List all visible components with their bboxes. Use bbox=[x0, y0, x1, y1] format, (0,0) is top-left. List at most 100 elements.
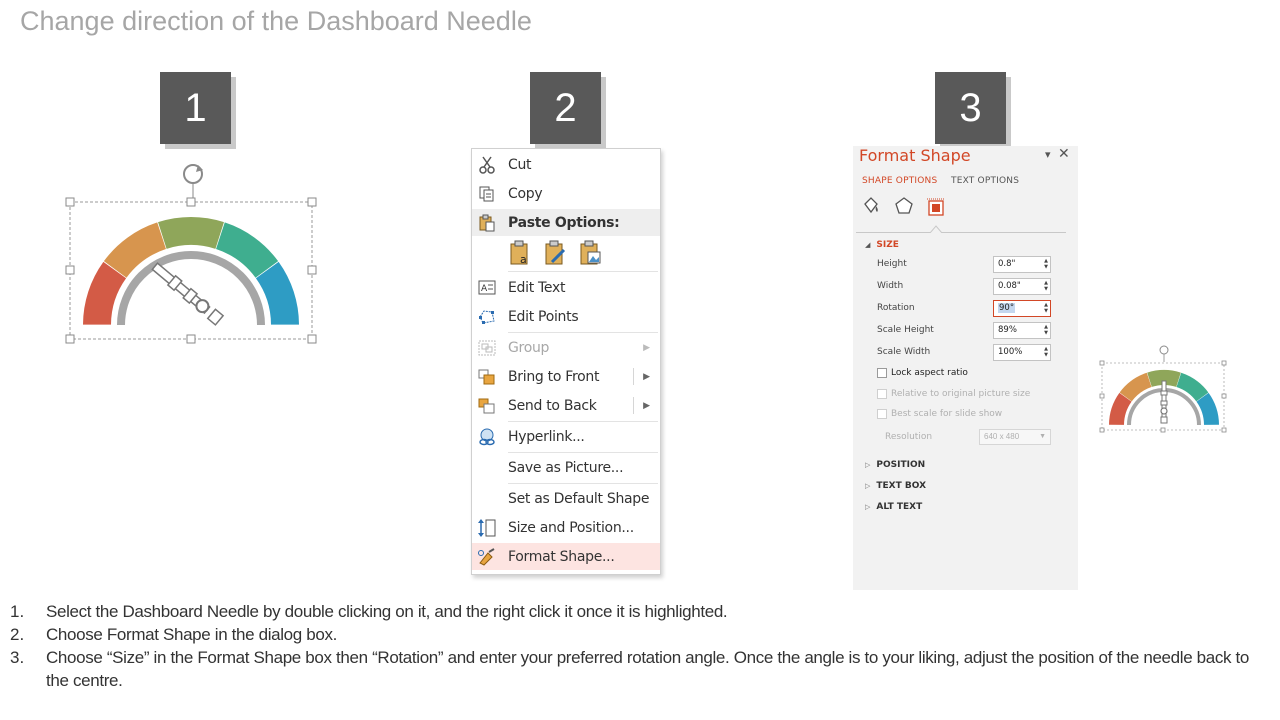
option-icons-row bbox=[864, 197, 945, 216]
rotate-handle-icon[interactable] bbox=[1159, 345, 1169, 362]
field-value: 89% bbox=[998, 325, 1017, 335]
menu-separator bbox=[508, 421, 658, 422]
paste-icon bbox=[472, 209, 502, 236]
menu-item-edit-points[interactable]: Edit Points bbox=[472, 303, 660, 330]
menu-item-copy[interactable]: Copy bbox=[472, 180, 660, 207]
field-label: Height bbox=[877, 259, 907, 269]
field-scale-height: Scale Height 89% ▲ ▼ bbox=[877, 322, 1052, 340]
menu-item-label: Format Shape... bbox=[508, 548, 615, 565]
section-position[interactable]: ▷ POSITION bbox=[865, 460, 925, 470]
section-label: POSITION bbox=[876, 460, 926, 470]
spinner-arrows-icon[interactable]: ▲ ▼ bbox=[1044, 324, 1048, 336]
select-value: 640 x 480 bbox=[984, 432, 1020, 441]
relative-size-checkbox: Relative to original picture size bbox=[877, 389, 1030, 399]
copy-icon bbox=[472, 180, 502, 207]
tab-shape-options[interactable]: SHAPE OPTIONS bbox=[862, 176, 937, 186]
collapsed-triangle-icon: ▷ bbox=[865, 461, 871, 469]
field-scale-width: Scale Width 100% ▲ ▼ bbox=[877, 344, 1052, 362]
instruction-number: 3. bbox=[10, 648, 25, 667]
checkbox-label: Lock aspect ratio bbox=[891, 368, 968, 378]
field-value: 90° bbox=[998, 303, 1016, 313]
paste-picture-icon[interactable] bbox=[578, 239, 604, 267]
section-text-box[interactable]: ▷ TEXT BOX bbox=[865, 481, 926, 491]
paste-keep-text-icon[interactable]: a bbox=[508, 239, 534, 267]
svg-text:A: A bbox=[481, 284, 488, 294]
checkbox-box bbox=[877, 389, 887, 399]
scale-height-input[interactable]: 89% ▲ ▼ bbox=[993, 322, 1051, 339]
menu-item-label: Send to Back bbox=[508, 397, 597, 414]
menu-item-format-shape[interactable]: Format Shape... bbox=[472, 543, 660, 570]
scissors-icon bbox=[472, 151, 502, 178]
width-input[interactable]: 0.08" ▲ ▼ bbox=[993, 278, 1051, 295]
submenu-arrow-icon[interactable]: ▶ bbox=[643, 401, 650, 411]
menu-item-label: Edit Text bbox=[508, 279, 566, 296]
rotation-input[interactable]: 90° ▲ ▼ bbox=[993, 300, 1051, 317]
format-shape-icon bbox=[472, 543, 502, 570]
rotate-handle-icon[interactable] bbox=[183, 164, 203, 198]
menu-item-size-and-position[interactable]: Size and Position... bbox=[472, 514, 660, 541]
spinner-arrows-icon[interactable]: ▲ ▼ bbox=[1044, 258, 1048, 270]
menu-item-cut[interactable]: Cut bbox=[472, 151, 660, 178]
slide-title: Change direction of the Dashboard Needle bbox=[20, 6, 532, 36]
size-properties-icon[interactable] bbox=[927, 198, 945, 216]
group-icon bbox=[472, 334, 502, 361]
menu-item-label: Paste Options: bbox=[508, 214, 620, 231]
fill-line-icon[interactable] bbox=[864, 197, 878, 214]
dashboard-needle[interactable] bbox=[1160, 380, 1168, 424]
close-icon[interactable]: ✕ bbox=[1058, 145, 1070, 162]
menu-item-save-as-picture[interactable]: Save as Picture... bbox=[472, 454, 660, 481]
context-menu: Cut Copy Paste Options: a A Edit Text Ed… bbox=[471, 148, 661, 575]
spinner-arrows-icon[interactable]: ▲ ▼ bbox=[1044, 302, 1048, 314]
section-size[interactable]: ◢ SIZE bbox=[865, 240, 899, 250]
instruction-item: 3. Choose “Size” in the Format Shape box… bbox=[10, 646, 1275, 692]
bring-front-icon bbox=[472, 363, 502, 390]
menu-item-hyperlink[interactable]: Hyperlink... bbox=[472, 423, 660, 450]
field-label: Rotation bbox=[877, 303, 915, 313]
checkbox-label: Best scale for slide show bbox=[891, 409, 1003, 419]
size-position-icon bbox=[472, 514, 502, 541]
menu-separator bbox=[508, 452, 658, 453]
instruction-number: 1. bbox=[10, 602, 25, 621]
menu-item-label: Size and Position... bbox=[508, 519, 634, 536]
chevron-down-icon: ▼ bbox=[1039, 433, 1046, 440]
section-alt-text[interactable]: ▷ ALT TEXT bbox=[865, 502, 922, 512]
submenu-arrow-icon[interactable]: ▶ bbox=[643, 372, 650, 382]
menu-item-edit-text[interactable]: A Edit Text bbox=[472, 274, 660, 301]
panel-options-chevron-icon[interactable]: ▾ bbox=[1045, 148, 1051, 161]
checkbox-box[interactable] bbox=[877, 368, 887, 378]
gauge-selected[interactable] bbox=[60, 160, 325, 350]
menu-item-label: Save as Picture... bbox=[508, 459, 624, 476]
field-label: Width bbox=[877, 281, 904, 291]
tab-text-options[interactable]: TEXT OPTIONS bbox=[951, 176, 1019, 186]
gauge-segment-green bbox=[158, 216, 224, 249]
menu-item-label: Bring to Front bbox=[508, 368, 600, 385]
menu-item-bring-to-front[interactable]: Bring to Front ▶ bbox=[472, 363, 660, 390]
menu-item-set-default-shape[interactable]: Set as Default Shape bbox=[472, 485, 660, 512]
instruction-item: 1. Select the Dashboard Needle by double… bbox=[10, 600, 1275, 623]
effects-pentagon-icon[interactable] bbox=[895, 197, 913, 214]
menu-separator bbox=[508, 332, 658, 333]
resolution-select: 640 x 480 ▼ bbox=[979, 429, 1051, 445]
gauge-segments bbox=[83, 216, 299, 325]
scale-width-input[interactable]: 100% ▲ ▼ bbox=[993, 344, 1051, 361]
step-badge-1: 1 bbox=[160, 72, 231, 144]
svg-text:a: a bbox=[520, 253, 527, 266]
checkbox-label: Relative to original picture size bbox=[891, 389, 1031, 399]
menu-item-send-to-back[interactable]: Send to Back ▶ bbox=[472, 392, 660, 419]
instruction-text: Choose “Size” in the Format Shape box th… bbox=[46, 648, 1250, 690]
height-input[interactable]: 0.8" ▲ ▼ bbox=[993, 256, 1051, 273]
spinner-arrows-icon[interactable]: ▲ ▼ bbox=[1044, 280, 1048, 292]
tab-divider bbox=[856, 232, 1066, 233]
menu-item-label: Set as Default Shape bbox=[508, 490, 650, 507]
field-value: 0.8" bbox=[998, 259, 1016, 269]
menu-split-divider bbox=[633, 397, 634, 414]
hyperlink-icon bbox=[472, 423, 502, 450]
gauge-result[interactable] bbox=[1097, 343, 1232, 438]
dashboard-needle[interactable] bbox=[151, 262, 225, 326]
step-badge-3: 3 bbox=[935, 72, 1006, 144]
menu-item-label: Cut bbox=[508, 156, 532, 173]
spinner-arrows-icon[interactable]: ▲ ▼ bbox=[1044, 346, 1048, 358]
lock-aspect-ratio-checkbox[interactable]: Lock aspect ratio bbox=[877, 368, 968, 378]
menu-item-label: Edit Points bbox=[508, 308, 579, 325]
paste-destination-theme-icon[interactable] bbox=[543, 239, 569, 267]
